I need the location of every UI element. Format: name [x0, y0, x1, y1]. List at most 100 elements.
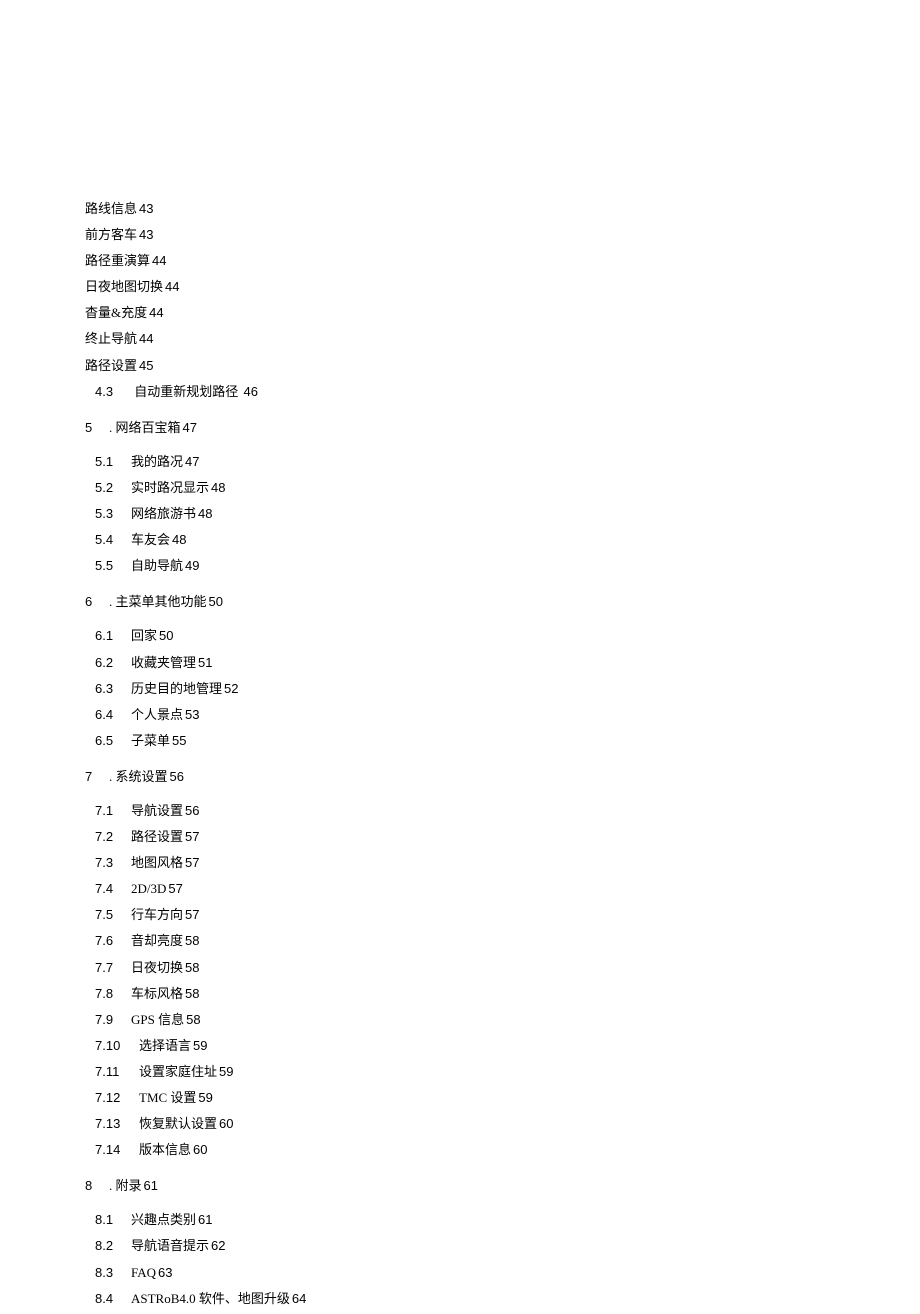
item-number: 7.10 [95, 1035, 139, 1057]
item-page: 43 [139, 201, 153, 216]
toc-sub-item: 7.1导航设置56 [85, 800, 920, 822]
item-title: TMC 设置 [139, 1090, 196, 1105]
item-page: 57 [185, 829, 199, 844]
toc-sub-item: 5.2实时路况显示48 [85, 477, 920, 499]
item-title: 日夜地图切换 [85, 279, 163, 294]
section-title: . 系统设置 [109, 769, 168, 784]
toc-section-heading: 6. 主菜单其他功能50 [85, 591, 920, 613]
item-page: 48 [211, 480, 225, 495]
toc-sub-item: 5.3网络旅游书48 [85, 503, 920, 525]
toc-sub-item: 7.7日夜切换58 [85, 957, 920, 979]
toc-sub-item: 7.11设置家庭住址59 [85, 1061, 920, 1083]
toc-sub-item: 7.5行车方向57 [85, 904, 920, 926]
item-number: 5.1 [95, 451, 131, 473]
item-page: 50 [159, 628, 173, 643]
plain-items-block: 路线信息43前方客车43路径重演算44 日夜地图切换44杳量&充度44终止导航4… [85, 198, 920, 377]
section-number: 7 [85, 766, 109, 788]
item-page: 44 [149, 305, 163, 320]
item-title: 路径设置 [85, 358, 137, 373]
item-page: 61 [198, 1212, 212, 1227]
item-page: 57 [185, 907, 199, 922]
item-number: 6.4 [95, 704, 131, 726]
item-page: 52 [224, 681, 238, 696]
toc-sub-item: 7.6音却亮度58 [85, 930, 920, 952]
item-title: 兴趣点类别 [131, 1212, 196, 1227]
item-number: 7.13 [95, 1113, 139, 1135]
item-number: 7.3 [95, 852, 131, 874]
item-title: 前方客车 [85, 227, 137, 242]
item-title: 地图风格 [131, 855, 183, 870]
item-title: 个人景点 [131, 707, 183, 722]
item-page: 48 [172, 532, 186, 547]
item-title: 终止导航 [85, 331, 137, 346]
section-number: 5 [85, 417, 109, 439]
toc-sub-item: 7.10选择语言59 [85, 1035, 920, 1057]
item-page: 57 [168, 881, 182, 896]
toc-plain-item: 路径设置45 [85, 355, 920, 377]
item-title: 回家 [131, 628, 157, 643]
item-page: 46 [244, 384, 258, 399]
toc-sub-item: 7.42D/3D57 [85, 878, 920, 900]
item-page: 63 [158, 1265, 172, 1280]
item-title: ASTRoB4.0 软件、地图升级 [131, 1291, 290, 1306]
item-number: 7.9 [95, 1009, 131, 1031]
item-page: 45 [139, 358, 153, 373]
item-page: 47 [185, 454, 199, 469]
item-page: 56 [185, 803, 199, 818]
item-title: 导航设置 [131, 803, 183, 818]
toc-sub-item: 5.4车友会48 [85, 529, 920, 551]
item-page: 44 [152, 253, 166, 268]
toc-sub-item: 8.4ASTRoB4.0 软件、地图升级64 [85, 1288, 920, 1310]
item-number: 7.5 [95, 904, 131, 926]
item-page: 58 [185, 933, 199, 948]
section-title: . 附录 [109, 1178, 142, 1193]
item-number: 7.7 [95, 957, 131, 979]
item-title: 音却亮度 [131, 933, 183, 948]
toc-sub-item: 7.12TMC 设置59 [85, 1087, 920, 1109]
toc-sub-item: 6.4个人景点53 [85, 704, 920, 726]
item-page: 60 [193, 1142, 207, 1157]
item-title: 2D/3D [131, 881, 166, 896]
item-title: 历史目的地管理 [131, 681, 222, 696]
item-number: 7.1 [95, 800, 131, 822]
toc-sub-item: 5.1我的路况47 [85, 451, 920, 473]
item-title: 版本信息 [139, 1142, 191, 1157]
section-number: 6 [85, 591, 109, 613]
toc-item-4-3: 4.3 自动重新规划路径 46 [85, 381, 920, 403]
toc-section-heading: 7. 系统设置56 [85, 766, 920, 788]
item-number: 8.1 [95, 1209, 131, 1231]
item-number: 7.8 [95, 983, 131, 1005]
toc-plain-item: 杳量&充度44 [85, 302, 920, 324]
toc-sub-item: 8.1兴趣点类别61 [85, 1209, 920, 1231]
toc-sub-item: 8.3FAQ63 [85, 1262, 920, 1284]
item-title: 子菜单 [131, 733, 170, 748]
item-title: 车友会 [131, 532, 170, 547]
item-title: 我的路况 [131, 454, 183, 469]
toc-sub-item: 7.13恢复默认设置60 [85, 1113, 920, 1135]
item-page: 44 [139, 331, 153, 346]
item-title: 路线信息 [85, 201, 137, 216]
item-page: 58 [185, 986, 199, 1001]
item-number: 7.12 [95, 1087, 139, 1109]
item-number: 5.5 [95, 555, 131, 577]
item-page: 58 [186, 1012, 200, 1027]
toc-section-heading: 5. 网络百宝箱47 [85, 417, 920, 439]
item-title: 实时路况显示 [131, 480, 209, 495]
section-page: 56 [170, 769, 184, 784]
item-number: 5.3 [95, 503, 131, 525]
section-number: 8 [85, 1175, 109, 1197]
item-number: 5.4 [95, 529, 131, 551]
item-title: 路径设置 [131, 829, 183, 844]
item-number: 8.3 [95, 1262, 131, 1284]
item-number: 4.3 [95, 381, 131, 403]
item-page: 59 [198, 1090, 212, 1105]
toc-sub-item: 7.8车标风格58 [85, 983, 920, 1005]
item-title: 杳量&充度 [85, 305, 147, 320]
toc-plain-item: 终止导航44 [85, 328, 920, 350]
item-title: 自动重新规划路径 [134, 384, 238, 399]
item-number: 8.2 [95, 1235, 131, 1257]
toc-sub-item: 6.1回家50 [85, 625, 920, 647]
item-title: 恢复默认设置 [139, 1116, 217, 1131]
section-page: 50 [209, 594, 223, 609]
item-title: 日夜切换 [131, 960, 183, 975]
